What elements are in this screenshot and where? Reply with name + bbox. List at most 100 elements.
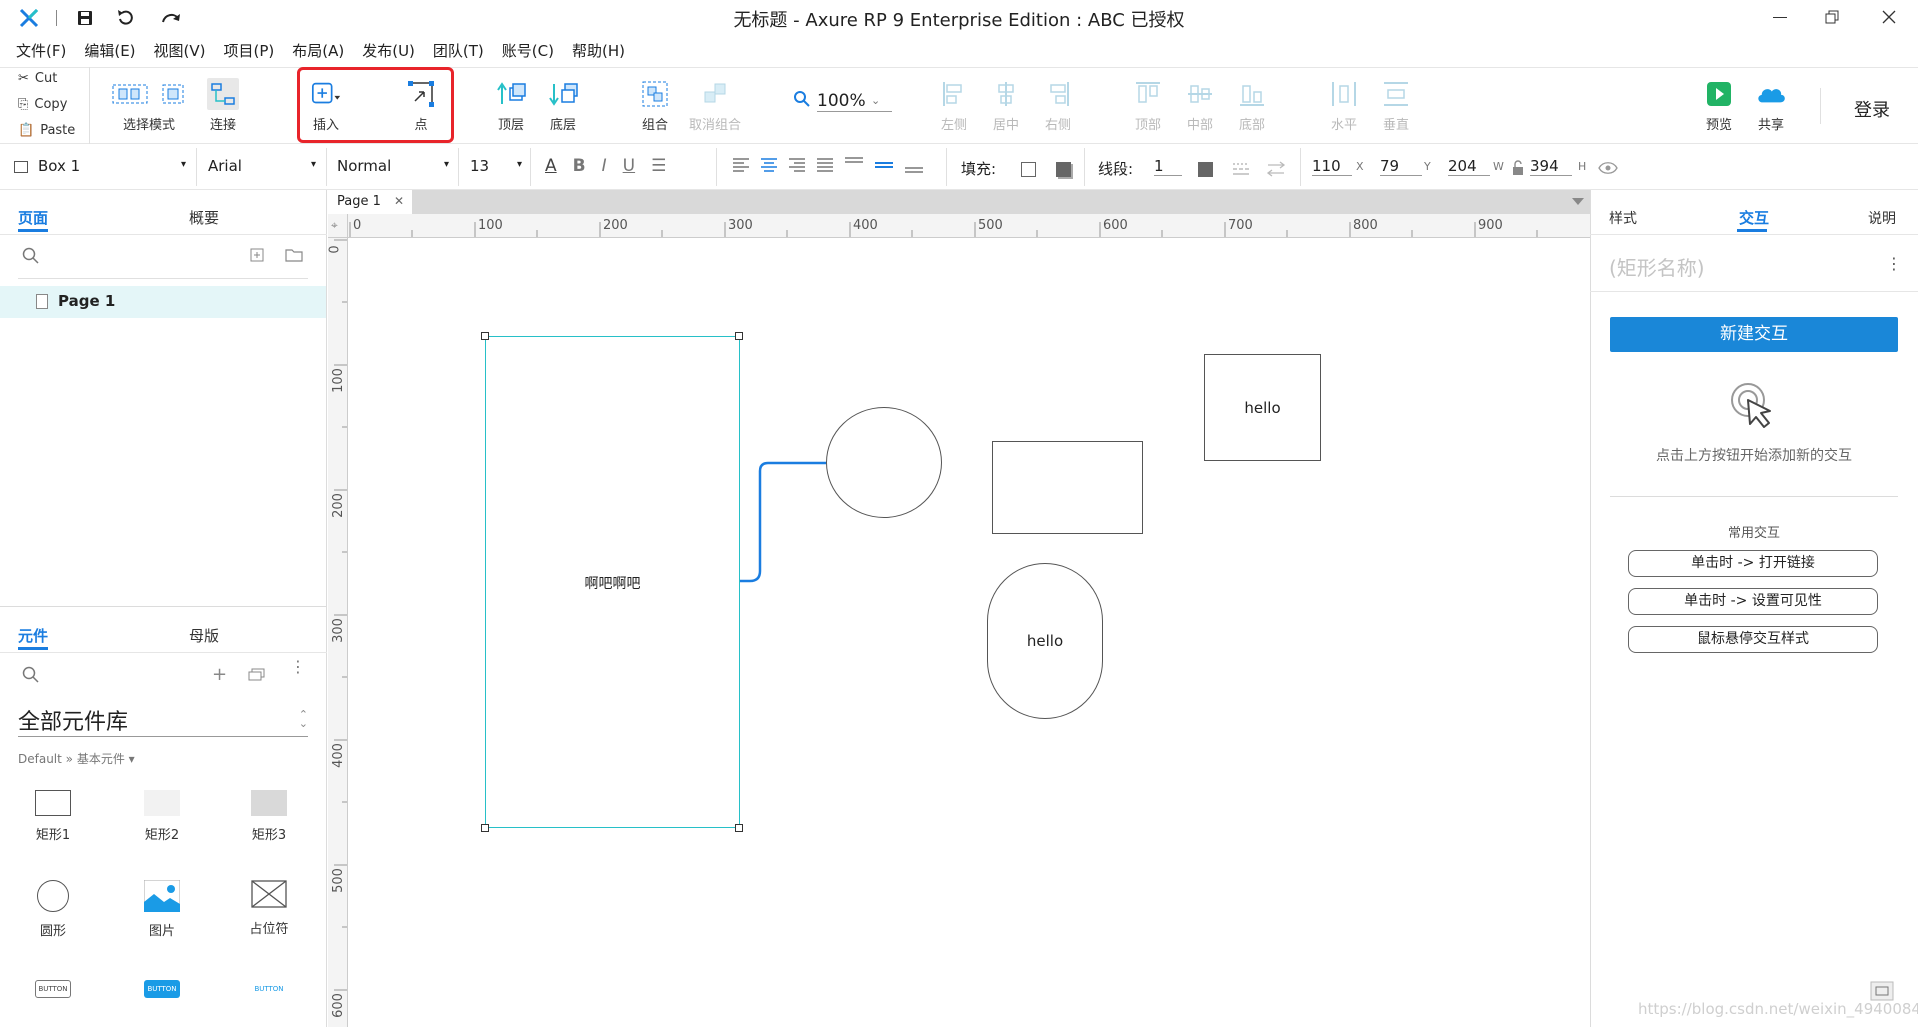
rectangle-shape[interactable]: [992, 441, 1143, 534]
menu-project[interactable]: 项目(P): [224, 40, 275, 61]
menu-team[interactable]: 团队(T): [433, 40, 484, 61]
line-pattern-icon[interactable]: [1232, 160, 1250, 178]
page-item-selected[interactable]: Page 1: [0, 286, 326, 318]
menu-help[interactable]: 帮助(H): [572, 40, 625, 61]
distribute-horizontal-button[interactable]: 水平: [1324, 78, 1364, 133]
library-select[interactable]: 全部元件库 ⌃ ⌄: [18, 704, 308, 737]
common-set-visibility-button[interactable]: 单击时 -> 设置可见性: [1628, 588, 1878, 615]
tab-widgets[interactable]: 元件: [18, 625, 48, 646]
insert-button[interactable]: 插入: [303, 78, 349, 133]
widget-name-select[interactable]: Box 1 ▾: [14, 157, 186, 175]
preview-button[interactable]: 预览: [1699, 78, 1739, 133]
widget-rectangle-1[interactable]: 矩形1: [8, 790, 98, 843]
tab-pages[interactable]: 页面: [18, 207, 48, 228]
group-button[interactable]: 组合: [633, 78, 677, 133]
align-bottom-button[interactable]: 底部: [1232, 78, 1272, 133]
lock-aspect-icon[interactable]: [1512, 160, 1524, 180]
selection-handle[interactable]: [735, 332, 743, 340]
more-options-icon[interactable]: ⋮: [1886, 254, 1902, 273]
restore-button[interactable]: [1825, 10, 1839, 24]
italic-icon[interactable]: I: [602, 156, 607, 176]
page-search-icon[interactable]: [22, 247, 40, 269]
y-input[interactable]: 79: [1380, 157, 1422, 176]
widget-button[interactable]: BUTTON: [8, 980, 98, 998]
x-input[interactable]: 110: [1312, 157, 1352, 176]
point-button[interactable]: 点: [400, 78, 442, 133]
canvas-tab-page1[interactable]: Page 1 ✕: [328, 190, 412, 214]
align-center-button[interactable]: 居中: [986, 78, 1026, 133]
share-button[interactable]: 共享: [1750, 78, 1792, 133]
selection-handle[interactable]: [735, 824, 743, 832]
select-mode-button[interactable]: 选择模式: [104, 78, 194, 133]
font-family-select[interactable]: Arial ▾: [208, 157, 316, 175]
common-hover-style-button[interactable]: 鼠标悬停交互样式: [1628, 626, 1878, 653]
ungroup-button[interactable]: 取消组合: [685, 78, 745, 133]
tab-outline[interactable]: 概要: [189, 207, 219, 228]
menu-view[interactable]: 视图(V): [154, 40, 206, 61]
align-text-center-icon[interactable]: [760, 156, 778, 172]
bold-icon[interactable]: B: [573, 156, 586, 176]
line-width-input[interactable]: 1: [1154, 157, 1182, 176]
font-size-select[interactable]: 13 ▾: [470, 157, 522, 175]
widget-link-button[interactable]: BUTTON: [224, 980, 314, 998]
box1-shape[interactable]: 啊吧啊吧: [485, 336, 740, 828]
cut-button[interactable]: ✂ Cut: [18, 71, 57, 86]
paste-button[interactable]: 📋 Paste: [18, 123, 75, 138]
close-tab-icon[interactable]: ✕: [394, 194, 404, 208]
tab-interactions[interactable]: 交互: [1739, 207, 1769, 228]
widget-placeholder[interactable]: 占位符: [224, 880, 314, 937]
connector-line[interactable]: [730, 455, 830, 595]
connect-button[interactable]: 连接: [202, 78, 244, 133]
widget-rectangle-3[interactable]: 矩形3: [224, 790, 314, 843]
align-text-justify-icon[interactable]: [816, 156, 834, 172]
valign-middle-icon[interactable]: [874, 156, 894, 174]
new-interaction-button[interactable]: 新建交互: [1610, 317, 1898, 352]
common-open-link-button[interactable]: 单击时 -> 打开链接: [1628, 550, 1878, 577]
h-input[interactable]: 394: [1530, 157, 1572, 176]
add-page-icon[interactable]: [250, 248, 264, 266]
align-middle-button[interactable]: 中部: [1180, 78, 1220, 133]
menu-file[interactable]: 文件(F): [16, 40, 66, 61]
send-to-back-button[interactable]: 底层: [542, 78, 584, 133]
widget-primary-button[interactable]: BUTTON: [117, 980, 207, 998]
align-top-button[interactable]: 顶部: [1128, 78, 1168, 133]
login-link[interactable]: 登录: [1854, 96, 1890, 122]
shadow-swatch[interactable]: [1056, 162, 1071, 177]
align-left-button[interactable]: 左侧: [934, 78, 974, 133]
valign-bottom-icon[interactable]: [904, 156, 924, 174]
menu-publish[interactable]: 发布(U): [362, 40, 415, 61]
tab-overflow-chevron-icon[interactable]: [1572, 198, 1584, 205]
underline-icon[interactable]: U: [623, 156, 635, 176]
widget-name-input[interactable]: (矩形名称): [1609, 252, 1705, 281]
selection-handle[interactable]: [481, 824, 489, 832]
zoom-control[interactable]: 100% ⌄: [793, 90, 892, 112]
library-stack-icon[interactable]: [248, 667, 266, 685]
valign-top-icon[interactable]: [844, 156, 864, 174]
more-options-icon[interactable]: ⋮: [290, 659, 306, 675]
align-right-button[interactable]: 右侧: [1038, 78, 1078, 133]
w-input[interactable]: 204: [1448, 157, 1490, 176]
menu-layout[interactable]: 布局(A): [292, 40, 344, 61]
add-library-icon[interactable]: +: [212, 664, 227, 685]
widget-image[interactable]: 图片: [117, 879, 207, 939]
tab-style[interactable]: 样式: [1609, 208, 1637, 228]
widget-rectangle-2[interactable]: 矩形2: [117, 790, 207, 843]
arrow-style-icon[interactable]: [1266, 160, 1286, 182]
tab-masters[interactable]: 母版: [189, 625, 219, 646]
minimize-button[interactable]: [1773, 17, 1787, 18]
selection-handle[interactable]: [481, 332, 489, 340]
close-button[interactable]: [1882, 10, 1896, 24]
font-color-icon[interactable]: A: [545, 156, 557, 176]
widget-circle[interactable]: 圆形: [8, 880, 98, 939]
visibility-eye-icon[interactable]: [1598, 161, 1618, 179]
hello-box-shape[interactable]: hello: [1204, 354, 1321, 461]
align-text-right-icon[interactable]: [788, 156, 806, 172]
line-color-swatch[interactable]: [1198, 162, 1213, 177]
menu-account[interactable]: 账号(C): [502, 40, 554, 61]
copy-button[interactable]: ⎘ Copy: [18, 97, 67, 112]
font-style-select[interactable]: Normal ▾: [337, 157, 449, 175]
bring-to-front-button[interactable]: 顶层: [490, 78, 532, 133]
bullet-list-icon[interactable]: ☰: [651, 156, 666, 176]
circle-shape[interactable]: [826, 407, 942, 518]
widget-search-icon[interactable]: [22, 666, 40, 688]
